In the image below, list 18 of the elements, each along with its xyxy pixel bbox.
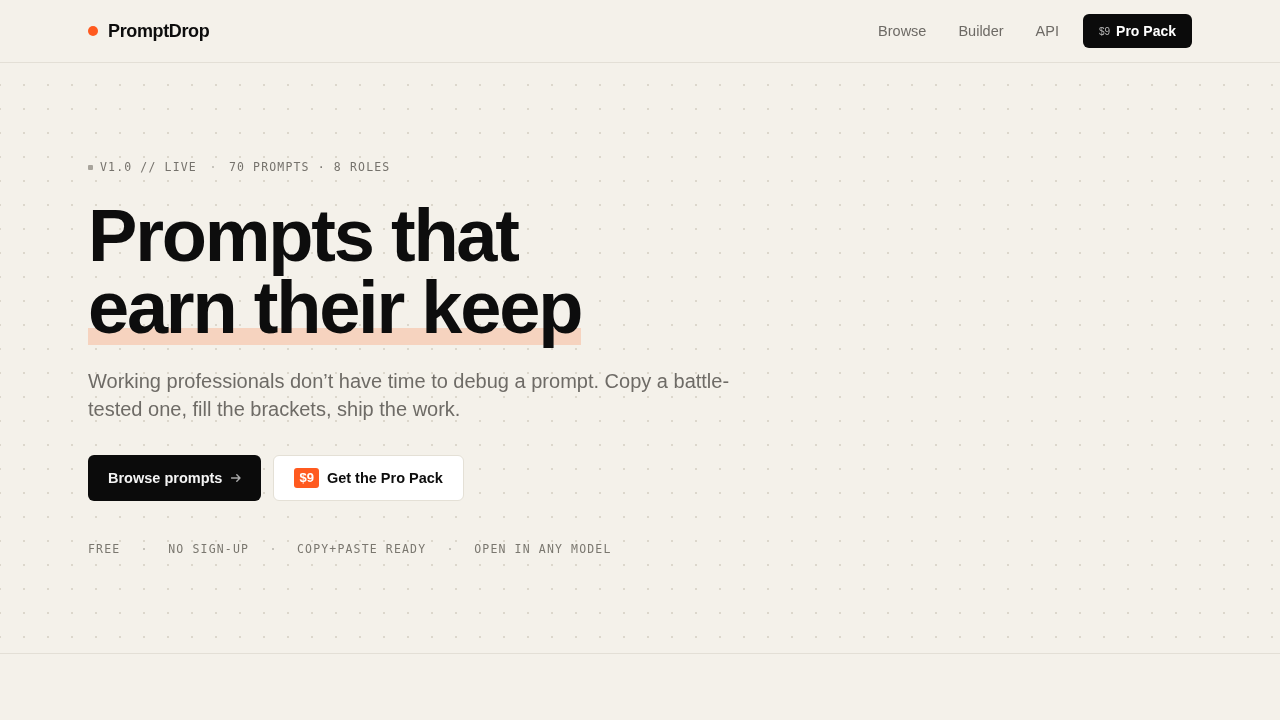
feature-label: COPY+PASTE READY — [297, 542, 427, 556]
feature-label: OPEN IN ANY MODEL — [474, 542, 612, 556]
nav-link[interactable]: Browse — [878, 23, 927, 39]
feature-label: FREE — [88, 542, 121, 556]
stats-label: 70 PROMPTS · 8 ROLES — [228, 160, 391, 174]
nav-link[interactable]: API — [1035, 23, 1059, 39]
pro-pack-button[interactable]: $9 Get the Pro Pack — [273, 455, 464, 501]
price-badge: $9 — [294, 468, 319, 488]
browse-prompts-button[interactable]: Browse prompts — [88, 455, 262, 501]
logo-dot-icon — [88, 26, 98, 36]
arrow-right-icon — [231, 474, 242, 482]
nav-link[interactable]: Builder — [958, 23, 1004, 39]
hero-description: Working professionals don’t have time to debug a prompt. Copy a battle-tested one, fill the brackets, ship the work. — [88, 369, 731, 422]
feature-label: NO SIGN-UP — [168, 542, 250, 556]
status-square-icon — [88, 164, 93, 170]
pro-pack-button[interactable]: $9 Pro Pack — [1082, 14, 1192, 48]
brand-name[interactable]: PromptDrop — [108, 20, 210, 42]
version-label: V1.0 // LIVE — [100, 160, 197, 174]
